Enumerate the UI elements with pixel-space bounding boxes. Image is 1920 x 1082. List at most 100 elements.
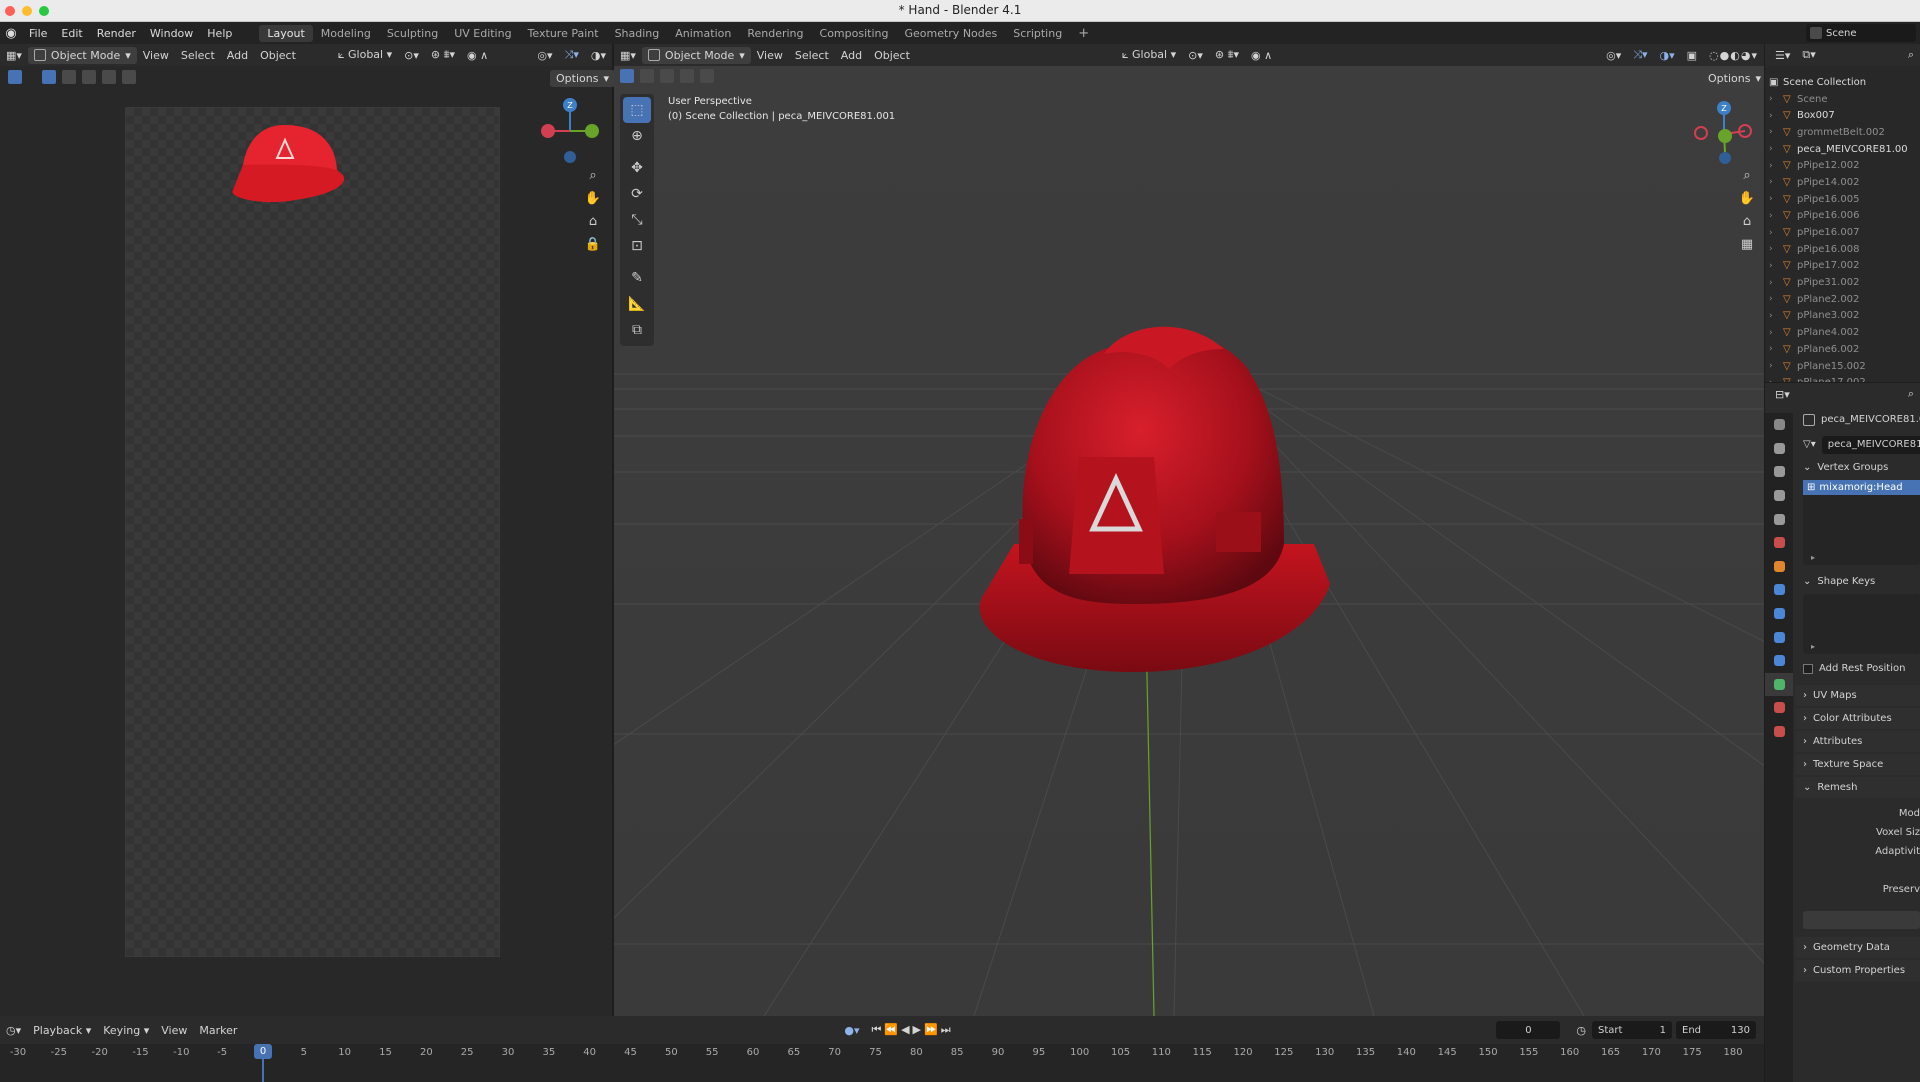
- uv-proportional-icon[interactable]: ◉ ∧: [461, 49, 494, 62]
- uv-menu-view[interactable]: View: [137, 49, 175, 62]
- mesh-name-row[interactable]: ▽▾ peca_MEIVCORE81: [1795, 434, 1920, 455]
- select-box-tool[interactable]: ⬚: [623, 97, 651, 123]
- expand-arrow-icon[interactable]: ›: [1769, 111, 1783, 121]
- uv-maps-panel[interactable]: › UV Maps: [1795, 685, 1920, 706]
- vp-select-extend-icon[interactable]: [640, 69, 654, 83]
- outliner-editor-type-icon[interactable]: ☰▾: [1769, 49, 1796, 62]
- select-mode-subtract-icon[interactable]: [82, 70, 96, 84]
- viewport-visibility-icon[interactable]: ◎▾: [1600, 49, 1627, 62]
- outliner-item[interactable]: › ▽ pPipe12.002: [1765, 157, 1920, 174]
- timeline-menu-keying[interactable]: Keying ▾: [97, 1024, 155, 1037]
- vp-select-subtract-icon[interactable]: [660, 69, 674, 83]
- clock-icon[interactable]: ◷: [1570, 1024, 1592, 1037]
- viewport-transform-orientation[interactable]: ⟀ Global ▾: [1116, 48, 1182, 62]
- helmet-model[interactable]: [954, 294, 1374, 674]
- scene-selector[interactable]: Scene: [1806, 24, 1916, 42]
- tab-texture-paint[interactable]: Texture Paint: [520, 25, 607, 42]
- texture-tab-icon[interactable]: [1765, 720, 1793, 744]
- output-tab-icon[interactable]: [1765, 460, 1793, 484]
- expand-arrow-icon[interactable]: ›: [1769, 177, 1783, 187]
- uv-menu-object[interactable]: Object: [254, 49, 302, 62]
- uv-pivot-icon[interactable]: ⊙▾: [398, 49, 425, 62]
- uv-visibility-icon[interactable]: ◎▾: [531, 49, 558, 62]
- tab-rendering[interactable]: Rendering: [739, 25, 811, 42]
- menu-window[interactable]: Window: [143, 27, 200, 40]
- select-mode-new-icon[interactable]: [42, 70, 56, 84]
- end-frame-field[interactable]: End 130: [1676, 1021, 1756, 1039]
- uv-menu-add[interactable]: Add: [221, 49, 254, 62]
- vp-select-new-icon[interactable]: [620, 69, 634, 83]
- viewport-ortho-grid-icon[interactable]: ▦: [1738, 237, 1756, 252]
- expand-arrow-icon[interactable]: ›: [1769, 244, 1783, 254]
- expand-arrow-icon[interactable]: ›: [1769, 144, 1783, 154]
- expand-arrow-icon[interactable]: ›: [1769, 378, 1783, 382]
- select-mode-invert-icon[interactable]: [102, 70, 116, 84]
- add-workspace-icon[interactable]: +: [1070, 24, 1097, 43]
- expand-arrow-icon[interactable]: ›: [1769, 344, 1783, 354]
- expand-arrow-icon[interactable]: ›: [1769, 311, 1783, 321]
- cursor-tool[interactable]: ⊕: [623, 123, 651, 149]
- viewport-snap-icon[interactable]: ⊛ ⩩▾: [1209, 48, 1245, 62]
- expand-arrow-icon[interactable]: ›: [1769, 328, 1783, 338]
- attributes-panel[interactable]: › Attributes: [1795, 731, 1920, 752]
- tab-shading[interactable]: Shading: [607, 25, 668, 42]
- shape-keys-list[interactable]: ▸: [1803, 594, 1920, 654]
- menu-edit[interactable]: Edit: [54, 27, 89, 40]
- viewport-mode-dropdown[interactable]: Object Mode ▾: [641, 46, 751, 64]
- uv-image-canvas[interactable]: [125, 107, 500, 957]
- data-tab-icon[interactable]: [1765, 672, 1793, 697]
- outliner-item[interactable]: › ▽ peca_MEIVCORE81.00: [1765, 141, 1920, 158]
- start-frame-field[interactable]: Start 1: [1592, 1021, 1672, 1039]
- custom-properties-panel[interactable]: › Custom Properties: [1795, 960, 1920, 981]
- uv-overlay-icon[interactable]: ◑▾: [585, 49, 612, 62]
- uv-gizmo-icon[interactable]: ⤨▾: [559, 48, 585, 62]
- outliner-item[interactable]: › ▽ Box007: [1765, 107, 1920, 124]
- tool-tab-icon[interactable]: [1765, 413, 1793, 437]
- timeline-menu-playback[interactable]: Playback ▾: [27, 1024, 97, 1037]
- select-tool-icon[interactable]: [8, 70, 22, 84]
- tab-sculpting[interactable]: Sculpting: [379, 25, 446, 42]
- uv-navigation-gizmo[interactable]: Z: [540, 95, 602, 167]
- add-rest-position-checkbox[interactable]: [1803, 663, 1813, 674]
- viewport-gizmo-toggle-icon[interactable]: ⤨▾: [1627, 48, 1653, 62]
- xray-icon[interactable]: ▣: [1681, 49, 1703, 62]
- shape-keys-panel[interactable]: ⌄ Shape Keys: [1795, 571, 1920, 592]
- properties-editor-type-icon[interactable]: ⊟▾: [1769, 388, 1796, 401]
- uv-transform-orientation[interactable]: ⟀ Global ▾: [332, 48, 398, 62]
- tab-uv-editing[interactable]: UV Editing: [446, 25, 519, 42]
- outliner-item[interactable]: › ▽ pPipe16.007: [1765, 224, 1920, 241]
- expand-arrow-icon[interactable]: ›: [1769, 261, 1783, 271]
- uv-mode-dropdown[interactable]: Object Mode ▾: [27, 46, 137, 64]
- render-tab-icon[interactable]: [1765, 437, 1793, 461]
- tab-scripting[interactable]: Scripting: [1005, 25, 1070, 42]
- tab-layout[interactable]: Layout: [259, 24, 313, 42]
- outliner-item[interactable]: › ▽ pPipe16.008: [1765, 241, 1920, 258]
- scene-tab-icon[interactable]: [1765, 507, 1793, 531]
- viewport-pivot-icon[interactable]: ⊙▾: [1182, 49, 1209, 62]
- viewport-editor-type-icon[interactable]: ▦▾: [614, 49, 642, 62]
- select-mode-intersect-icon[interactable]: [122, 70, 136, 84]
- uv-menu-select[interactable]: Select: [175, 49, 221, 62]
- geometry-data-panel[interactable]: › Geometry Data: [1795, 937, 1920, 958]
- zoom-icon[interactable]: ⌕: [584, 168, 602, 183]
- expand-arrow-icon[interactable]: ›: [1769, 211, 1783, 221]
- material-tab-icon[interactable]: [1765, 696, 1793, 720]
- uv-snap-icon[interactable]: ⊛ ⩩▾: [425, 48, 461, 62]
- viewport-navigation-gizmo[interactable]: Z: [1687, 96, 1757, 176]
- expand-arrow-icon[interactable]: ›: [1769, 228, 1783, 238]
- outliner-item[interactable]: › ▽ Scene: [1765, 91, 1920, 108]
- pan-hand-icon[interactable]: ✋: [584, 191, 602, 206]
- editor-type-icon[interactable]: ▦▾: [0, 49, 28, 62]
- object-name-row[interactable]: peca_MEIVCORE81.00: [1795, 409, 1920, 430]
- tab-animation[interactable]: Animation: [667, 25, 739, 42]
- tab-geometry-nodes[interactable]: Geometry Nodes: [896, 25, 1005, 42]
- viewport-menu-object[interactable]: Object: [868, 49, 916, 62]
- vp-select-intersect-icon[interactable]: [700, 69, 714, 83]
- timeline-editor-type-icon[interactable]: ◷▾: [0, 1024, 27, 1037]
- measure-tool[interactable]: 📐: [623, 291, 651, 317]
- rotate-tool[interactable]: ⟳: [623, 181, 651, 207]
- expand-arrow-icon[interactable]: ›: [1769, 294, 1783, 304]
- texture-space-panel[interactable]: › Texture Space: [1795, 754, 1920, 775]
- outliner-item[interactable]: › ▽ grommetBelt.002: [1765, 124, 1920, 141]
- vertex-groups-list[interactable]: ⊞ mixamorig:Head ▸: [1803, 480, 1920, 565]
